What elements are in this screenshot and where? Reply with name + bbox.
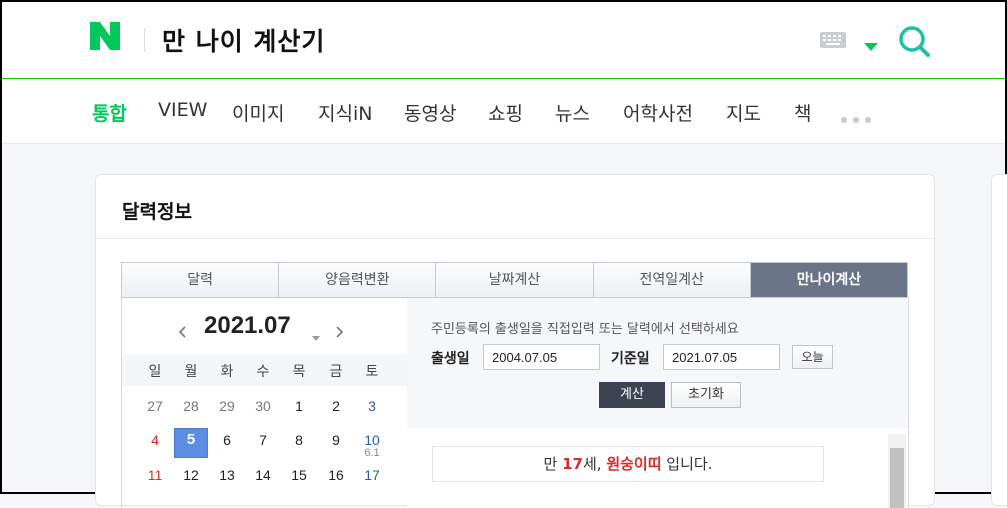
calendar-day[interactable]: 7 <box>246 432 280 448</box>
tab-discharge-calc[interactable]: 전역일계산 <box>593 263 751 297</box>
calendar-day[interactable]: 4 <box>138 432 172 448</box>
card-title: 달력정보 <box>122 201 192 223</box>
calendar-day[interactable]: 15 <box>282 467 316 483</box>
weekday-label: 토 <box>365 364 379 380</box>
calendar-day[interactable]: 30 <box>246 398 280 414</box>
prev-month-icon[interactable] <box>178 323 188 338</box>
dropdown-triangle-icon[interactable] <box>864 36 878 51</box>
result-unit: 세, <box>582 455 607 473</box>
calendar-tabs: 달력 양음력변환 날짜계산 전역일계산 만나이계산 <box>121 262 908 298</box>
tab-map[interactable]: 지도 <box>726 99 761 126</box>
today-button[interactable]: 오늘 <box>792 345 833 369</box>
result-area: 만 17세, 원숭이띠 입니다. <box>407 428 909 508</box>
weekday-label: 목 <box>292 364 306 380</box>
reference-date-input[interactable] <box>663 344 780 370</box>
reset-button[interactable]: 초기화 <box>671 382 741 408</box>
search-icon[interactable] <box>897 24 933 58</box>
search-query-text[interactable]: 만 나이 계산기 <box>162 22 325 58</box>
weekday-label: 화 <box>220 364 234 380</box>
lunar-date-note: 6.1 <box>364 447 380 459</box>
search-header: 만 나이 계산기 <box>2 2 1005 79</box>
tab-shopping[interactable]: 쇼핑 <box>488 99 523 126</box>
weekday-label: 일 <box>148 364 162 380</box>
weekday-label: 수 <box>256 364 270 380</box>
calendar-day[interactable]: 16 <box>319 467 353 483</box>
weekday-label: 월 <box>184 364 198 380</box>
calendar-day[interactable]: 14 <box>246 467 280 483</box>
calendar-day[interactable]: 29 <box>210 398 244 414</box>
calendar-day[interactable]: 3 <box>355 398 389 414</box>
tab-lunar-convert[interactable]: 양음력변환 <box>279 263 437 297</box>
tab-dictionary[interactable]: 어학사전 <box>623 99 693 126</box>
month-dropdown-icon[interactable] <box>312 326 320 341</box>
mini-calendar: 2021.07 일 월 화 수 목 금 토 27 28 29 30 1 2 3 … <box>121 298 409 508</box>
tab-news[interactable]: 뉴스 <box>555 99 590 126</box>
calendar-day[interactable]: 6 <box>210 432 244 448</box>
calendar-day[interactable]: 17 <box>355 467 389 483</box>
calendar-day[interactable]: 13 <box>210 467 244 483</box>
calendar-day[interactable]: 12 <box>174 467 208 483</box>
calendar-day[interactable]: 10 <box>355 432 389 448</box>
tab-integrated[interactable]: 통합 <box>92 99 127 126</box>
calendar-info-card: 달력정보 달력 양음력변환 날짜계산 전역일계산 만나이계산 2021.07 일… <box>95 174 935 508</box>
age-calc-form: 주민등록의 출생일을 직접입력 또는 달력에서 선택하세요 출생일 기준일 오늘… <box>407 298 909 429</box>
scrollbar-thumb[interactable] <box>890 448 904 508</box>
tab-kin[interactable]: 지식iN <box>318 99 372 126</box>
calendar-day-selected[interactable]: 5 <box>174 428 208 458</box>
header-divider <box>144 28 145 52</box>
weekday-label: 금 <box>329 364 343 380</box>
birth-date-label: 출생일 <box>431 351 470 367</box>
calendar-day[interactable]: 8 <box>282 432 316 448</box>
tab-view[interactable]: VIEW <box>158 99 207 121</box>
result-prefix: 만 <box>543 455 563 473</box>
tab-images[interactable]: 이미지 <box>232 99 284 126</box>
tab-date-calc[interactable]: 날짜계산 <box>436 263 594 297</box>
result-age: 17 <box>562 455 583 473</box>
calendar-day[interactable]: 28 <box>174 398 208 414</box>
birth-date-input[interactable] <box>483 344 600 370</box>
naver-logo-icon[interactable] <box>90 22 124 56</box>
calendar-day[interactable]: 1 <box>282 398 316 414</box>
calculate-button[interactable]: 계산 <box>599 382 665 408</box>
card-divider <box>96 238 934 239</box>
next-month-icon[interactable] <box>334 323 344 338</box>
tab-calendar[interactable]: 달력 <box>122 263 280 297</box>
scroll-up-arrow-icon[interactable] <box>893 438 901 453</box>
calendar-month-label: 2021.07 <box>204 312 291 339</box>
tab-books[interactable]: 책 <box>794 99 811 126</box>
side-card <box>991 174 1007 506</box>
calendar-day[interactable]: 27 <box>138 398 172 414</box>
calendar-day[interactable]: 9 <box>319 432 353 448</box>
search-tabs: 통합 VIEW 이미지 지식iN 동영상 쇼핑 뉴스 어학사전 지도 책 <box>2 79 1005 144</box>
more-dots-icon[interactable] <box>840 109 874 123</box>
tab-video[interactable]: 동영상 <box>404 99 456 126</box>
calendar-day[interactable]: 11 <box>138 467 172 483</box>
reference-date-label: 기준일 <box>611 351 650 367</box>
keyboard-icon[interactable] <box>820 32 846 48</box>
result-zodiac: 원숭이띠 <box>606 455 662 473</box>
calendar-day[interactable]: 2 <box>319 398 353 414</box>
age-result: 만 17세, 원숭이띠 입니다. <box>432 446 824 482</box>
tab-age-calc[interactable]: 만나이계산 <box>750 263 908 297</box>
form-hint: 주민등록의 출생일을 직접입력 또는 달력에서 선택하세요 <box>431 322 739 337</box>
result-suffix: 입니다. <box>661 455 713 473</box>
